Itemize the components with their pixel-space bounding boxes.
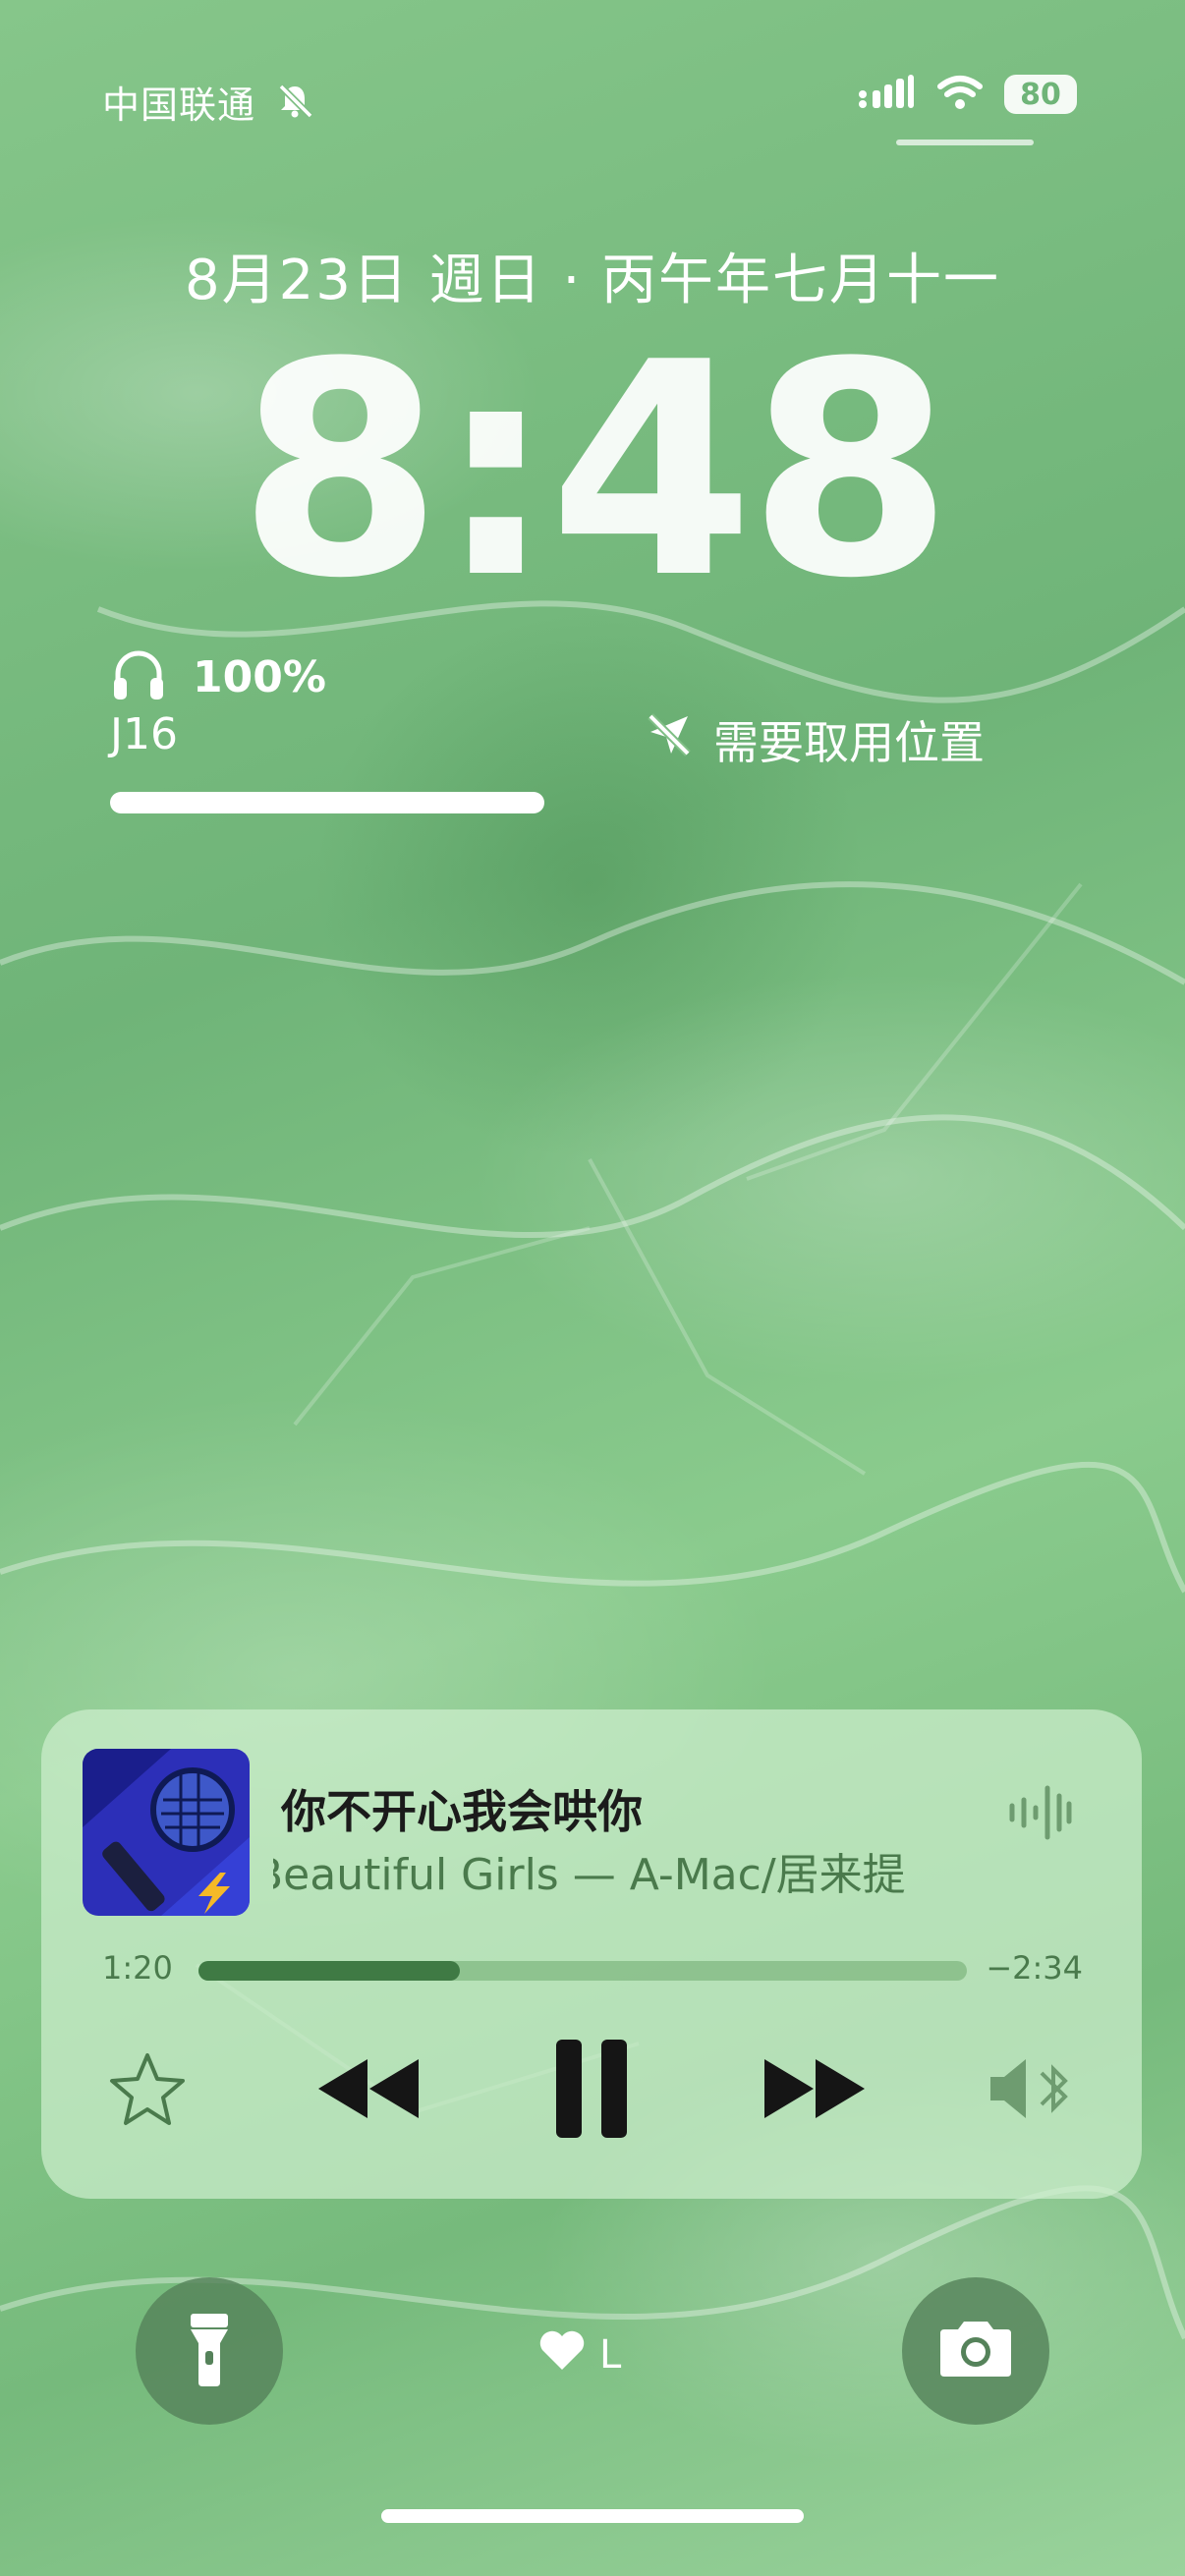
now-playing-widget[interactable]: 你不开心我会哄你 Beautiful Girls — A-Mac/居来提 1:2… xyxy=(41,1709,1142,2199)
flashlight-icon xyxy=(185,2310,234,2392)
cellular-signal-icon xyxy=(857,73,916,116)
audio-waveform-icon[interactable] xyxy=(1006,1782,1075,1847)
album-art[interactable] xyxy=(83,1749,250,1916)
status-bar-right: 80 xyxy=(857,73,1077,116)
focus-label: L xyxy=(599,2332,622,2378)
location-widget[interactable]: 需要取用位置 xyxy=(645,707,985,772)
song-artist: Beautiful Girls — A-Mac/居来提 xyxy=(273,1839,994,1902)
flashlight-button[interactable] xyxy=(136,2277,283,2425)
battery-level: 80 xyxy=(1020,77,1061,112)
lockscreen-time[interactable]: 8:48 xyxy=(0,324,1185,619)
song-title: 你不开心我会哄你 xyxy=(281,1785,643,1838)
headphones-battery-widget[interactable]: 100% J16 xyxy=(110,648,326,759)
progress-fill xyxy=(198,1961,460,1981)
location-text: 需要取用位置 xyxy=(713,716,985,769)
bluetooth-speaker-icon[interactable] xyxy=(987,2049,1075,2132)
pause-icon[interactable] xyxy=(552,2038,631,2144)
location-slash-icon xyxy=(645,710,694,770)
headphones-name: J16 xyxy=(110,709,178,759)
previous-track-icon[interactable] xyxy=(314,2049,423,2132)
camera-button[interactable] xyxy=(902,2277,1049,2425)
status-bar-left: 中国联通 xyxy=(102,75,314,129)
favorite-star-icon[interactable] xyxy=(108,2049,187,2132)
headphones-icon xyxy=(110,648,167,705)
heart-icon xyxy=(538,2328,586,2381)
status-underline xyxy=(896,140,1034,145)
bell-slash-icon xyxy=(275,81,314,124)
remaining-time: −2:34 xyxy=(986,1949,1083,1987)
progress-scrubber[interactable] xyxy=(198,1961,967,1981)
focus-indicator[interactable]: L xyxy=(538,2328,621,2381)
headphones-percent: 100% xyxy=(193,651,326,702)
carrier-name: 中国联通 xyxy=(102,84,256,127)
next-track-icon[interactable] xyxy=(761,2049,869,2132)
headphones-battery-bar xyxy=(110,792,544,813)
song-artist-text: Beautiful Girls — A-Mac/居来提 xyxy=(273,1850,906,1900)
home-indicator[interactable] xyxy=(381,2509,804,2523)
camera-icon xyxy=(936,2318,1015,2384)
elapsed-time: 1:20 xyxy=(102,1949,173,1987)
wifi-icon xyxy=(935,73,985,116)
battery-indicator: 80 xyxy=(1004,75,1077,114)
